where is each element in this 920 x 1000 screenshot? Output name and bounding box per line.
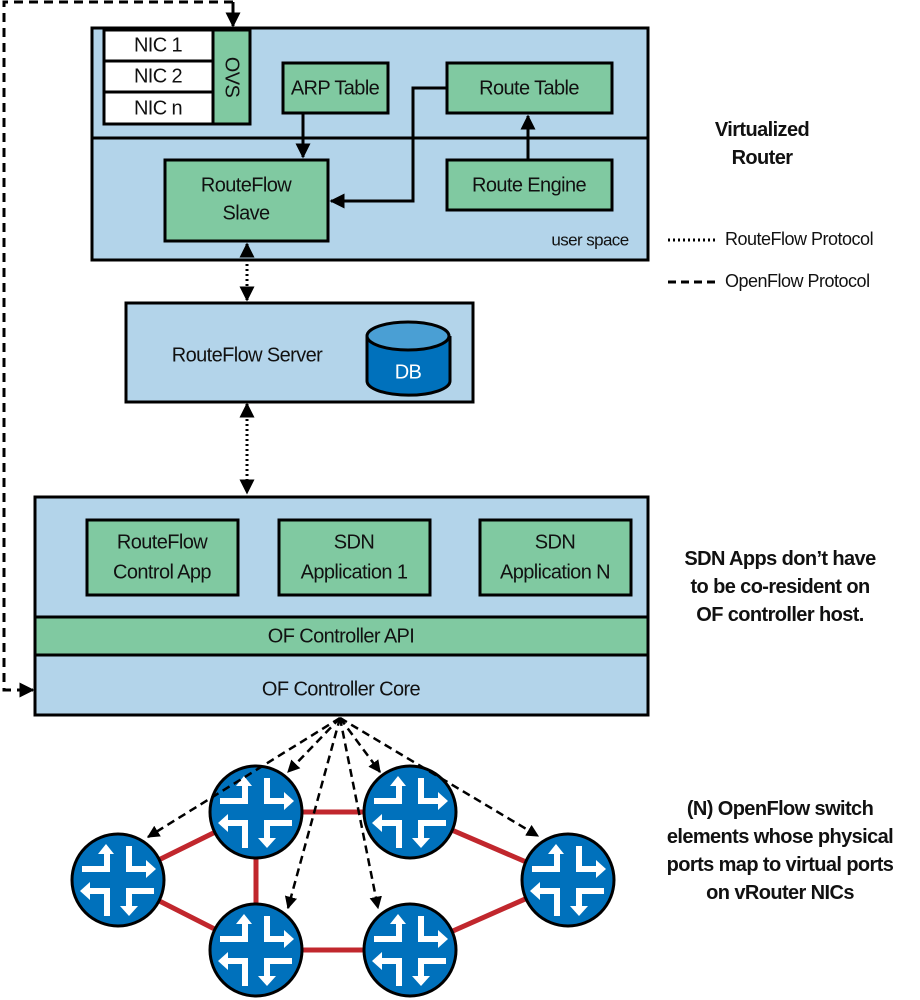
nic-stack: NIC 1 NIC 2 NIC n [102, 28, 215, 126]
switch-links [116, 809, 570, 953]
nic-n-label: NIC n [134, 97, 182, 119]
virtualized-router-label: Virtualized [715, 119, 809, 141]
app-sdn-application-n: SDN Application N [478, 518, 633, 597]
svg-text:OVS: OVS [221, 57, 243, 98]
route-table-box: Route Table [445, 61, 614, 115]
svg-text:Router: Router [732, 147, 794, 169]
routeflow-architecture-diagram: NIC 1 NIC 2 NIC n OVS ARP Table Route Ta… [2, 0, 895, 998]
svg-text:Slave: Slave [222, 202, 270, 224]
of-controller-api-label: OF Controller API [268, 625, 415, 647]
svg-text:Route Engine: Route Engine [472, 174, 586, 196]
app-routeflow-control: RouteFlow Control App [85, 518, 240, 597]
svg-text:OF controller host.: OF controller host. [696, 604, 864, 626]
svg-text:ARP Table: ARP Table [291, 77, 380, 99]
svg-text:Application N: Application N [500, 561, 610, 583]
database-icon: DB [365, 320, 452, 397]
openflow-switch-icon [208, 902, 304, 998]
svg-text:RouteFlow: RouteFlow [201, 174, 292, 196]
legend-openflow-protocol: OpenFlow Protocol [725, 271, 870, 291]
svg-text:Control App: Control App [113, 561, 211, 583]
route-engine-box: Route Engine [445, 158, 614, 212]
svg-text:DB: DB [395, 361, 422, 383]
svg-text:Route Table: Route Table [479, 77, 579, 99]
user-space-label: user space [551, 230, 628, 249]
openflow-switch-icon [362, 902, 458, 998]
svg-text:SDN: SDN [334, 531, 374, 553]
svg-text:on vRouter NICs: on vRouter NICs [706, 882, 854, 904]
svg-text:(N) OpenFlow switch: (N) OpenFlow switch [687, 798, 873, 820]
svg-text:elements whose physical: elements whose physical [667, 826, 893, 848]
svg-text:SDN: SDN [535, 531, 575, 553]
svg-text:Application 1: Application 1 [301, 561, 408, 583]
routeflow-slave-box: RouteFlow Slave [163, 158, 330, 243]
openflow-switch-icon [520, 832, 616, 928]
of-controller-core-label: OF Controller Core [262, 678, 421, 700]
controller-note: SDN Apps don’t have to be co-resident on… [684, 548, 876, 626]
arp-table-box: ARP Table [281, 61, 390, 115]
app-sdn-application-1: SDN Application 1 [277, 518, 432, 597]
svg-text:SDN Apps don’t have: SDN Apps don’t have [684, 548, 876, 570]
legend-routeflow-protocol: RouteFlow Protocol [725, 229, 873, 249]
openflow-switch-icon [208, 764, 304, 860]
svg-text:ports map to virtual ports: ports map to virtual ports [667, 854, 894, 876]
openflow-switch-icon [70, 832, 166, 928]
nic-2-label: NIC 2 [134, 65, 183, 87]
svg-text:RouteFlow: RouteFlow [117, 531, 208, 553]
ovs-box: OVS [211, 28, 252, 126]
switches-note: (N) OpenFlow switch elements whose physi… [667, 798, 895, 904]
svg-text:to be co-resident on: to be co-resident on [690, 576, 869, 598]
svg-text:RouteFlow Server: RouteFlow Server [172, 344, 323, 366]
nic-1-label: NIC 1 [134, 34, 183, 56]
